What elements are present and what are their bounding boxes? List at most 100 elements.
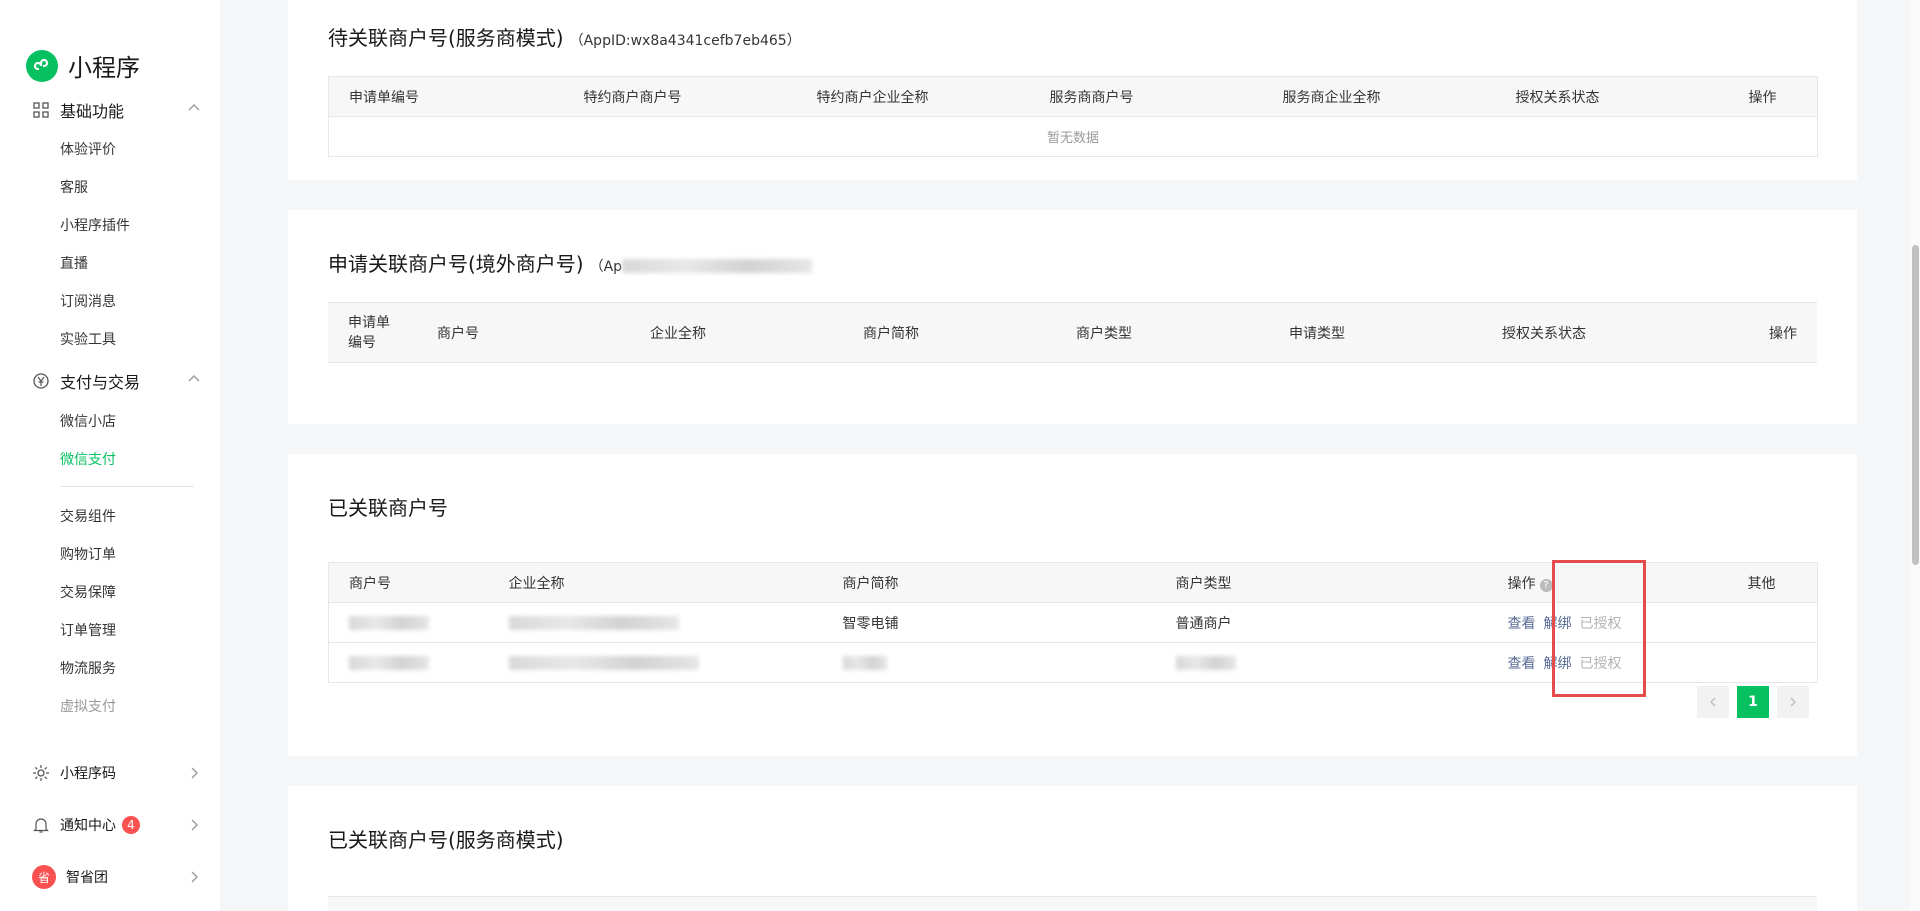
next-page-button[interactable] [1777, 686, 1809, 718]
chevron-right-icon [191, 819, 198, 831]
col-header: 服务商企业全称 [1262, 76, 1496, 117]
col-header: 商户简称 [843, 302, 1056, 363]
page-button-current[interactable]: 1 [1737, 686, 1769, 718]
other-cell [1727, 642, 1818, 683]
scrollbar-thumb[interactable] [1912, 245, 1919, 565]
sidebar-item-wechat-shop[interactable]: 微信小店 [60, 411, 116, 431]
empty-state: 暂无数据 [328, 116, 1818, 157]
merchant-id-cell [328, 602, 489, 643]
col-header: 授权关系状态 [1482, 302, 1695, 363]
col-header: 其他 [1727, 562, 1818, 603]
help-icon[interactable]: ? [1539, 578, 1553, 592]
nav-group-label: 基础功能 [60, 102, 125, 121]
sidebar-item-virtual-pay[interactable]: 虚拟支付 [60, 696, 116, 716]
redacted-text [842, 655, 887, 670]
qrcode-sun-icon [33, 765, 49, 781]
merchant-id-cell [328, 642, 489, 683]
nav-group-basic[interactable]: 基础功能 [32, 98, 202, 122]
chevron-left-icon [1710, 697, 1716, 707]
col-header: 商户类型 [1056, 302, 1269, 363]
brand[interactable]: 小程序 [26, 48, 140, 83]
redacted-text [1175, 655, 1236, 670]
redacted-text [508, 615, 679, 630]
sidebar-item-plugins[interactable]: 小程序插件 [60, 215, 130, 235]
nav-qrcode[interactable]: 小程序码 [32, 763, 202, 783]
chevron-up-icon [188, 375, 200, 382]
col-header: 服务商商户号 [1029, 76, 1263, 117]
card-title-text: 待关联商户号(服务商模式) [328, 26, 564, 50]
apply-table: 申请单 编号 商户号 企业全称 商户简称 商户类型 申请类型 授权关系状态 操作 [328, 302, 1817, 363]
sidebar-item-experience[interactable]: 体验评价 [60, 139, 116, 159]
col-header: 操作 [1728, 76, 1818, 117]
col-header: 企业全称 [488, 562, 823, 603]
avatar: 省 [32, 865, 56, 889]
nav-group-pay[interactable]: 支付与交易 [32, 369, 202, 393]
account-name: 智省团 [66, 870, 108, 886]
card-title-text: 申请关联商户号(境外商户号) [328, 252, 584, 276]
sidebar-item-customer-service[interactable]: 客服 [60, 177, 88, 197]
table-header-partial [328, 896, 1817, 911]
highlight-box [1552, 560, 1646, 697]
card-apply-overseas: 申请关联商户号(境外商户号) （Ap 申请单 编号 商户号 企业全称 商户简称 商… [288, 210, 1857, 424]
col-header: 授权关系状态 [1495, 76, 1729, 117]
grid-icon [33, 102, 49, 118]
appid-text: （Ap [589, 259, 623, 275]
divider [60, 486, 194, 487]
sidebar-item-logistics[interactable]: 物流服务 [60, 658, 116, 678]
nav-notify[interactable]: 通知中心 4 [32, 815, 202, 835]
col-header: 商户号 [328, 562, 489, 603]
card-title: 已关联商户号(服务商模式) [328, 828, 564, 852]
pagination: 1 [1697, 686, 1809, 718]
nav-account[interactable]: 省 智省团 [32, 865, 202, 889]
sidebar-item-order-management[interactable]: 订单管理 [60, 620, 116, 640]
sidebar: 小程序 基础功能 体验评价 客服 小程序插件 直播 订阅消息 实验工具 支付与交… [0, 0, 220, 911]
card-title: 已关联商户号 [328, 496, 448, 520]
col-header-text: 操作 [1507, 575, 1536, 592]
chevron-right-icon [1790, 697, 1796, 707]
sidebar-item-trade-component[interactable]: 交易组件 [60, 506, 116, 526]
merchant-type-cell [1155, 642, 1488, 683]
col-header: 申请类型 [1269, 302, 1482, 363]
nav-label: 小程序码 [60, 766, 116, 782]
company-name-cell [488, 602, 823, 643]
chevron-right-icon [191, 767, 198, 779]
yen-icon [33, 373, 49, 389]
col-header: 申请单编号 [328, 76, 564, 117]
chevron-right-icon [191, 871, 198, 883]
company-name-cell [488, 642, 823, 683]
col-header: 特约商户商户号 [563, 76, 797, 117]
card-linked-service-merchants: 已关联商户号(服务商模式) [288, 786, 1857, 911]
redacted-appid [622, 258, 813, 273]
prev-page-button[interactable] [1697, 686, 1729, 718]
scrollbar[interactable] [1910, 0, 1920, 911]
card-pending-service-merchant: 待关联商户号(服务商模式) （AppID:wx8a4341cefb7eb465） … [288, 0, 1857, 180]
col-header: 申请单 编号 [328, 302, 417, 363]
short-name-cell [822, 642, 1156, 683]
sidebar-item-subscribe[interactable]: 订阅消息 [60, 291, 116, 311]
other-cell [1727, 602, 1818, 643]
redacted-text [349, 655, 429, 670]
mini-program-logo-icon [26, 49, 58, 82]
chevron-up-icon [188, 104, 200, 111]
col-header: 商户号 [417, 302, 630, 363]
redacted-text [349, 615, 429, 630]
pending-table: 申请单编号 特约商户商户号 特约商户企业全称 服务商商户号 服务商企业全称 授权… [328, 76, 1818, 157]
bell-icon [33, 818, 49, 833]
sidebar-item-trade-guarantee[interactable]: 交易保障 [60, 582, 116, 602]
sidebar-item-live[interactable]: 直播 [60, 253, 88, 273]
col-header: 操作 [1695, 302, 1817, 363]
short-name-cell: 智零电铺 [822, 602, 1156, 643]
sidebar-item-lab[interactable]: 实验工具 [60, 329, 116, 349]
brand-title: 小程序 [68, 54, 140, 82]
view-link[interactable]: 查看 [1508, 656, 1536, 672]
card-title: 待关联商户号(服务商模式) （AppID:wx8a4341cefb7eb465） [328, 22, 801, 51]
col-header: 商户类型 [1155, 562, 1488, 603]
nav-label: 通知中心 [60, 818, 116, 834]
sidebar-item-wechat-pay[interactable]: 微信支付 [60, 449, 116, 469]
col-header: 商户简称 [822, 562, 1156, 603]
sidebar-item-orders[interactable]: 购物订单 [60, 544, 116, 564]
merchant-type-cell: 普通商户 [1155, 602, 1488, 643]
view-link[interactable]: 查看 [1508, 616, 1536, 632]
notification-badge: 4 [122, 816, 140, 834]
redacted-text [508, 655, 699, 670]
